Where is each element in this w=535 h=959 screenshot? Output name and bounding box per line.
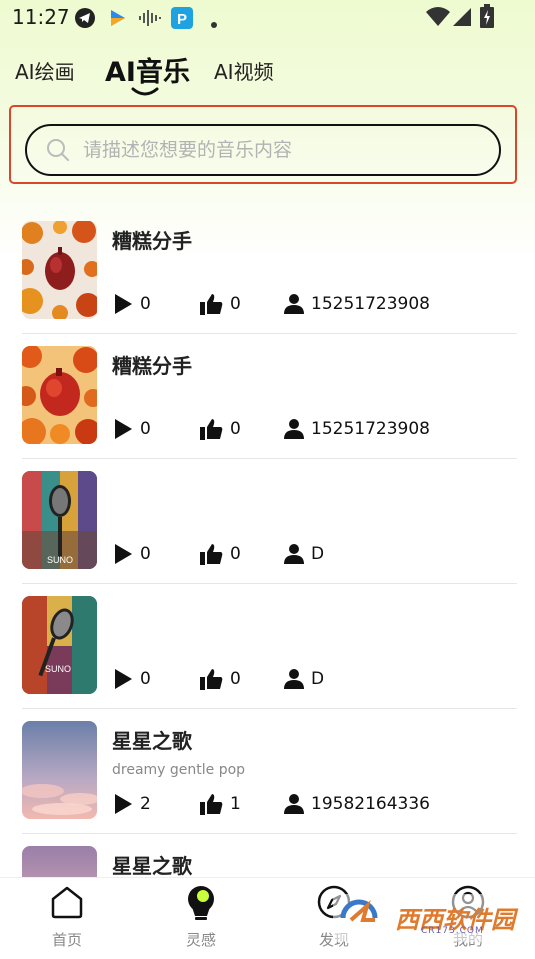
search-icon [47, 139, 69, 161]
play-icon [115, 419, 132, 439]
play-icon [115, 794, 132, 814]
p-app-icon: P [171, 7, 193, 34]
like-count[interactable]: 0 [200, 418, 241, 440]
play-count[interactable]: 0 [112, 418, 151, 440]
user-icon [284, 794, 304, 814]
thumbs-up-icon [200, 294, 223, 315]
list-item[interactable]: SUNO 0 0 D [0, 459, 535, 584]
author: 15251723908 [283, 293, 430, 315]
home-icon [51, 886, 83, 919]
play-count[interactable]: 2 [112, 793, 151, 815]
nav-inspiration[interactable]: 灵感 [141, 878, 261, 950]
svg-text:P: P [177, 11, 187, 28]
battery-charging-icon [480, 4, 494, 33]
watermark: 西西软件园 CR173.COM [333, 894, 518, 942]
author: D [283, 543, 324, 565]
author: 15251723908 [283, 418, 430, 440]
status-bar: 11:27 P [0, 0, 535, 34]
status-time: 11:27 [12, 5, 70, 29]
category-tabs: AI绘画 AI音乐 AI视频 [0, 48, 535, 98]
song-style: dreamy gentle pop [112, 762, 246, 778]
nav-label-home: 首页 [51, 931, 82, 949]
play-icon [115, 544, 132, 564]
user-icon [284, 669, 304, 689]
song-title: 星星之歌 [112, 854, 192, 878]
tab-ai-video[interactable]: AI视频 [214, 56, 274, 85]
song-cover-image [22, 221, 97, 319]
thumbs-up-icon [200, 794, 223, 815]
signal-icon [452, 7, 472, 32]
list-item[interactable]: 星星之歌 dreamy gentle pop 2 1 19582164336 [0, 709, 535, 834]
user-icon [284, 544, 304, 564]
list-item[interactable]: 糟糕分手 0 0 15251723908 [0, 334, 535, 459]
tab-ai-painting[interactable]: AI绘画 [15, 56, 75, 85]
waveform-icon [138, 7, 162, 34]
play-count[interactable]: 0 [112, 543, 151, 565]
user-icon [284, 294, 304, 314]
like-count[interactable]: 0 [200, 293, 241, 315]
play-count[interactable]: 0 [112, 293, 151, 315]
song-title: 糟糕分手 [112, 229, 192, 253]
song-cover-image: SUNO [22, 471, 97, 569]
like-count[interactable]: 0 [200, 543, 241, 565]
nav-label-inspiration: 灵感 [185, 931, 216, 949]
telegram-icon [74, 7, 96, 34]
like-count[interactable]: 1 [200, 793, 241, 815]
song-cover-image [22, 721, 97, 819]
list-item[interactable]: 糟糕分手 0 0 15251723908 [0, 209, 535, 334]
play-icon [115, 294, 132, 314]
media-app-icon [107, 7, 129, 34]
nav-home[interactable]: 首页 [7, 878, 127, 950]
song-title: 星星之歌 [112, 729, 192, 753]
song-title: 糟糕分手 [112, 354, 192, 378]
author: D [283, 668, 324, 690]
search-input[interactable] [81, 138, 465, 162]
thumbs-up-icon [200, 669, 223, 690]
watermark-sub: CR173.COM [421, 926, 484, 936]
search-box[interactable] [25, 124, 501, 176]
wifi-icon [426, 7, 450, 32]
thumbs-up-icon [200, 544, 223, 565]
cover-text: SUNO [45, 664, 71, 674]
play-count[interactable]: 0 [112, 668, 151, 690]
lightbulb-icon [188, 886, 214, 920]
list-item[interactable]: SUNO 0 0 D [0, 584, 535, 709]
active-tab-indicator [131, 87, 159, 96]
dot-icon [210, 12, 218, 34]
play-icon [115, 669, 132, 689]
like-count[interactable]: 0 [200, 668, 241, 690]
tab-ai-music[interactable]: AI音乐 [105, 50, 190, 89]
song-cover-image [22, 346, 97, 444]
search-highlight-frame [9, 105, 517, 184]
watermark-logo-icon [340, 899, 378, 922]
user-icon [284, 419, 304, 439]
cover-text: SUNO [47, 555, 73, 565]
thumbs-up-icon [200, 419, 223, 440]
song-cover-image: SUNO [22, 596, 97, 694]
author: 19582164336 [283, 793, 430, 815]
song-list: 糟糕分手 0 0 15251723908 糟糕分手 0 0 1525172390… [0, 209, 535, 959]
